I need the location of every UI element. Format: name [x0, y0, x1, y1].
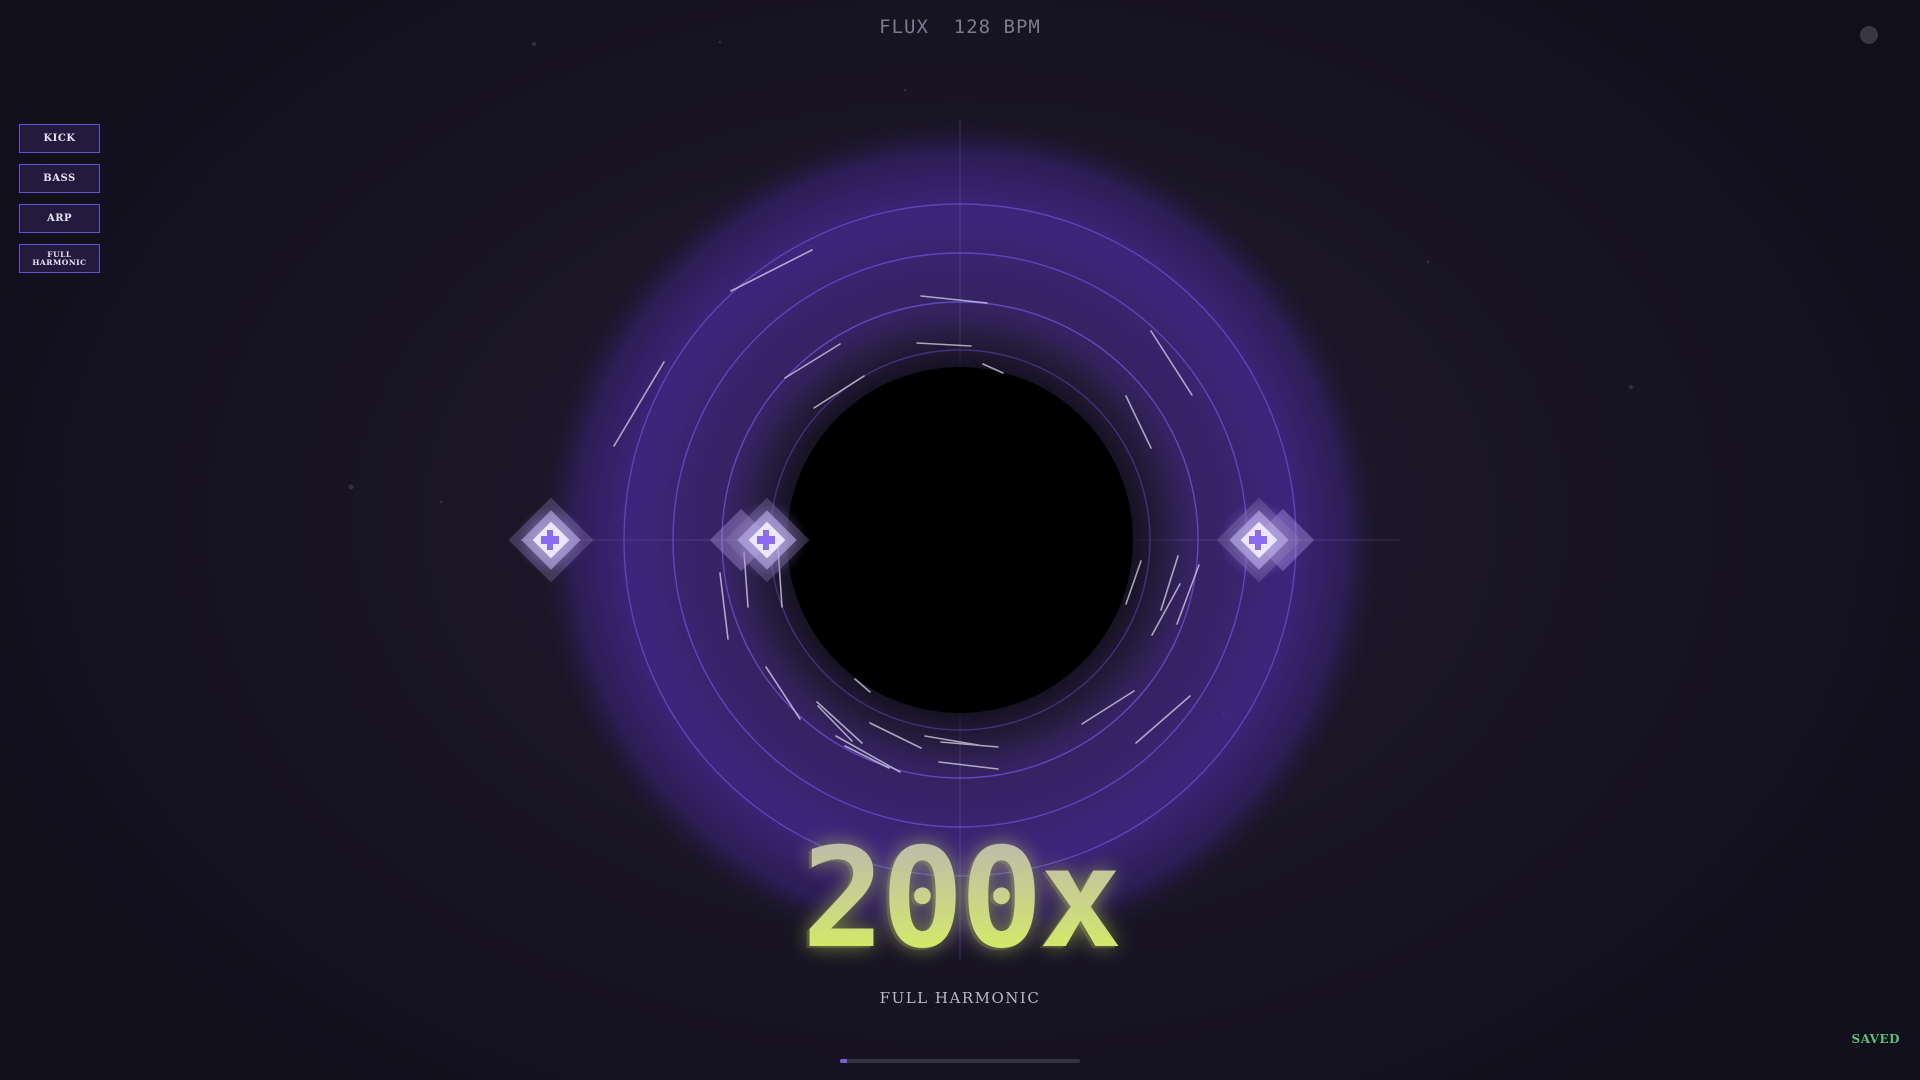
settings-dot-icon[interactable] — [1860, 26, 1878, 44]
layer-button-bass[interactable]: BASS — [19, 164, 100, 193]
harmonic-status: FULL HARMONIC — [879, 989, 1041, 1007]
layer-button-full-harmonic[interactable]: FULL HARMONIC — [19, 244, 100, 273]
layer-button-arp[interactable]: ARP — [19, 204, 100, 233]
song-title: FLUX 128 BPM — [879, 16, 1041, 38]
song-progress-bar — [840, 1059, 1080, 1063]
combo-counter: 200x — [0, 830, 1920, 968]
layer-button-kick[interactable]: KICK — [19, 124, 100, 153]
layer-panel: KICK BASS ARP FULL HARMONIC — [19, 124, 101, 284]
save-status: SAVED — [1851, 1032, 1900, 1046]
core-hole — [787, 367, 1133, 713]
song-progress-fill — [840, 1059, 848, 1063]
